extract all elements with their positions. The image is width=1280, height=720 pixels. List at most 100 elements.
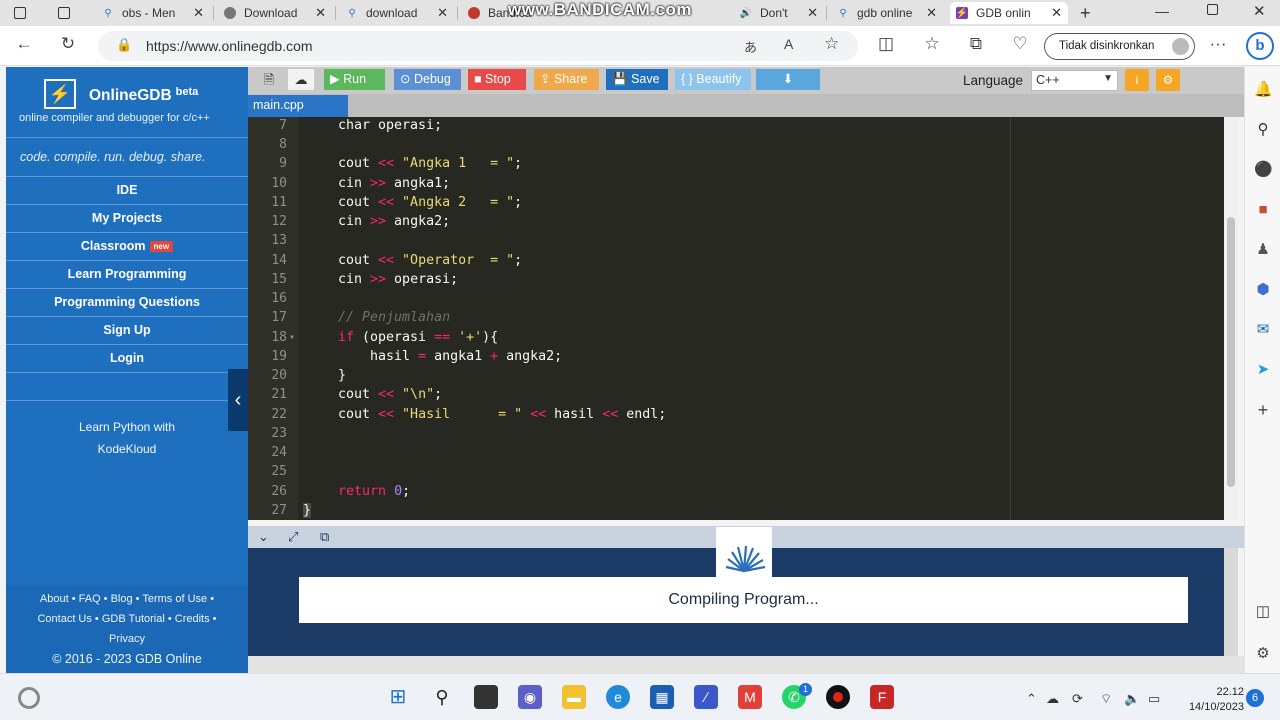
tab-dont[interactable]: 🔊 Don't ✕ xyxy=(734,2,824,24)
back-button[interactable]: ← xyxy=(12,34,36,54)
sync-icon[interactable]: ⟳ xyxy=(1072,691,1083,707)
sidebar-item-my-projects[interactable]: My Projects xyxy=(6,205,248,233)
sidebar-item-ide[interactable]: IDE xyxy=(6,177,248,205)
new-file-icon[interactable]: 🗎 xyxy=(256,69,282,90)
tab-download-search[interactable]: ⚲ download ✕ xyxy=(340,2,454,24)
edge-browser-icon[interactable]: e xyxy=(606,685,630,709)
minimize-button[interactable]: — xyxy=(1155,3,1169,19)
settings-button[interactable]: ⚙ xyxy=(1156,69,1180,91)
bandicam-icon[interactable] xyxy=(826,685,850,709)
favorite-star-icon[interactable]: ☆ xyxy=(824,34,839,54)
chat-icon[interactable]: ◉ xyxy=(518,685,542,709)
close-window-button[interactable]: ✕ xyxy=(1253,2,1266,20)
footer-link-privacy[interactable]: Privacy xyxy=(6,629,248,649)
maximize-button[interactable] xyxy=(1207,4,1218,15)
notification-bell-icon[interactable]: 🔔 xyxy=(1254,81,1273,99)
sidebar-item-login[interactable]: Login xyxy=(6,345,248,373)
tab-download[interactable]: Download ✕ xyxy=(218,2,332,24)
notification-count[interactable]: 6 xyxy=(1246,689,1264,707)
run-button[interactable]: ▶ Run xyxy=(324,69,385,90)
close-icon[interactable]: ✕ xyxy=(1051,5,1062,21)
collapse-sidebar-button[interactable]: ‹ xyxy=(228,369,248,431)
expand-icon[interactable]: ⤢ xyxy=(288,529,298,545)
add-icon[interactable]: + xyxy=(1254,401,1272,419)
chevron-up-icon[interactable]: ⌃ xyxy=(1026,691,1037,707)
share-button[interactable]: ⇪ Share xyxy=(534,69,599,90)
battery-icon[interactable]: ▭ xyxy=(1148,691,1160,707)
wifi-icon[interactable]: ⌔ xyxy=(1100,691,1112,707)
tab-obs[interactable]: ⚲ obs - Men ✕ xyxy=(96,2,210,24)
close-icon[interactable]: ✕ xyxy=(193,5,204,21)
send-icon[interactable]: ➤ xyxy=(1254,361,1272,379)
url-bar[interactable]: 🔒 https://www.onlinegdb.com あ A ☆ xyxy=(98,31,858,61)
debug-button[interactable]: ⊙ Debug xyxy=(394,69,461,90)
globe-icon xyxy=(224,7,236,19)
sidebar-item-classroom[interactable]: Classroom new xyxy=(6,233,248,261)
close-icon[interactable]: ✕ xyxy=(437,5,448,21)
vertical-tabs-button[interactable] xyxy=(52,2,82,24)
tools-icon[interactable]: ■ xyxy=(1254,201,1272,219)
footer-links[interactable]: Contact Us • GDB Tutorial • Credits • xyxy=(6,609,248,629)
settings-gear-icon[interactable]: ⚙ xyxy=(1254,645,1272,663)
sidebar-item-sign-up[interactable]: Sign Up xyxy=(6,317,248,345)
sync-profile-button[interactable]: Tidak disinkronkan xyxy=(1044,33,1195,60)
new-tab-button[interactable]: + xyxy=(1074,2,1102,24)
favorites-icon[interactable]: ☆ xyxy=(920,34,944,54)
browser-essentials-icon[interactable]: ♡ xyxy=(1008,34,1032,54)
widgets-icon[interactable] xyxy=(18,687,40,709)
language-select[interactable]: C++ ▼ xyxy=(1031,70,1118,91)
outlook-icon[interactable]: ✉ xyxy=(1254,321,1272,339)
microsoft-365-icon[interactable]: ⬢ xyxy=(1254,281,1272,299)
system-clock[interactable]: 22.12 14/10/2023 xyxy=(1172,685,1244,715)
collections-icon[interactable]: ⧉ xyxy=(964,34,988,54)
onedrive-icon[interactable]: ☁ xyxy=(1046,691,1059,707)
download-button[interactable]: ⬇ xyxy=(756,69,820,90)
editor-scrollbar[interactable] xyxy=(1224,117,1238,520)
split-screen-icon[interactable]: ◫ xyxy=(874,34,898,54)
sidebar-item-learn-programming[interactable]: Learn Programming xyxy=(6,261,248,289)
sidebar-item-programming-questions[interactable]: Programming Questions xyxy=(6,289,248,317)
bing-copilot-icon[interactable]: b xyxy=(1246,32,1274,60)
output-scrollbar[interactable] xyxy=(1224,548,1238,656)
lock-icon[interactable]: 🔒 xyxy=(116,37,132,53)
store-icon[interactable]: ▦ xyxy=(650,685,674,709)
search-icon[interactable]: ⚲ xyxy=(1254,121,1272,139)
fold-arrow-icon[interactable]: ▾ xyxy=(289,332,295,343)
scrollbar-thumb[interactable] xyxy=(1227,217,1235,487)
tab-gdb-online-active[interactable]: ⚡ GDB onlin ✕ xyxy=(950,2,1068,24)
code-editor[interactable]: 7 8 9 10 11 12 13 14 15 16 17 18 ▾ 19 20… xyxy=(248,117,1224,520)
mcafee-icon[interactable]: M xyxy=(738,685,762,709)
pdf-app-icon[interactable]: F xyxy=(870,685,894,709)
tab-actions-button[interactable] xyxy=(8,2,38,24)
shopping-tag-icon[interactable]: ⚫ xyxy=(1254,161,1273,179)
brand-name[interactable]: OnlineGDB beta xyxy=(89,86,198,105)
search-icon[interactable]: ⚲ xyxy=(430,685,454,709)
more-menu-icon[interactable]: ··· xyxy=(1206,34,1230,54)
games-icon[interactable]: ♟ xyxy=(1254,241,1272,259)
task-view-icon[interactable] xyxy=(474,685,498,709)
upload-icon[interactable]: ☁ xyxy=(288,69,314,90)
footer-links[interactable]: About • FAQ • Blog • Terms of Use • xyxy=(6,589,248,609)
copy-icon[interactable]: ⧉ xyxy=(320,529,329,545)
file-explorer-icon[interactable]: ▬ xyxy=(562,685,586,709)
text-size-icon[interactable]: A xyxy=(784,36,793,52)
volume-icon[interactable]: 🔈 xyxy=(1124,691,1140,707)
close-icon[interactable]: ✕ xyxy=(926,5,937,21)
brand-text: OnlineGDB xyxy=(89,87,172,104)
close-icon[interactable]: ✕ xyxy=(315,5,326,21)
tab-gdb-online-search[interactable]: ⚲ gdb online ✕ xyxy=(831,2,943,24)
visual-studio-icon[interactable]: ∕ xyxy=(694,685,718,709)
promo-link[interactable]: Learn Python with KodeKloud xyxy=(6,402,248,472)
close-icon[interactable]: ✕ xyxy=(807,5,818,21)
windows-start-icon[interactable]: ⊞ xyxy=(386,685,410,709)
tab-main-cpp[interactable]: main.cpp xyxy=(248,95,348,117)
read-aloud-icon[interactable]: あ xyxy=(744,37,757,56)
save-button[interactable]: 💾 Save xyxy=(606,69,668,90)
sidebar-toggle-icon[interactable]: ◫ xyxy=(1254,603,1272,621)
info-button[interactable]: i xyxy=(1125,69,1149,91)
refresh-button[interactable]: ↻ xyxy=(56,34,80,54)
chevron-down-icon[interactable]: ⌄ xyxy=(258,529,269,545)
beautify-button[interactable]: { } Beautify xyxy=(675,69,751,90)
gdb-logo-icon[interactable]: ⚡ xyxy=(44,79,76,109)
stop-button[interactable]: ■ Stop xyxy=(468,69,526,90)
